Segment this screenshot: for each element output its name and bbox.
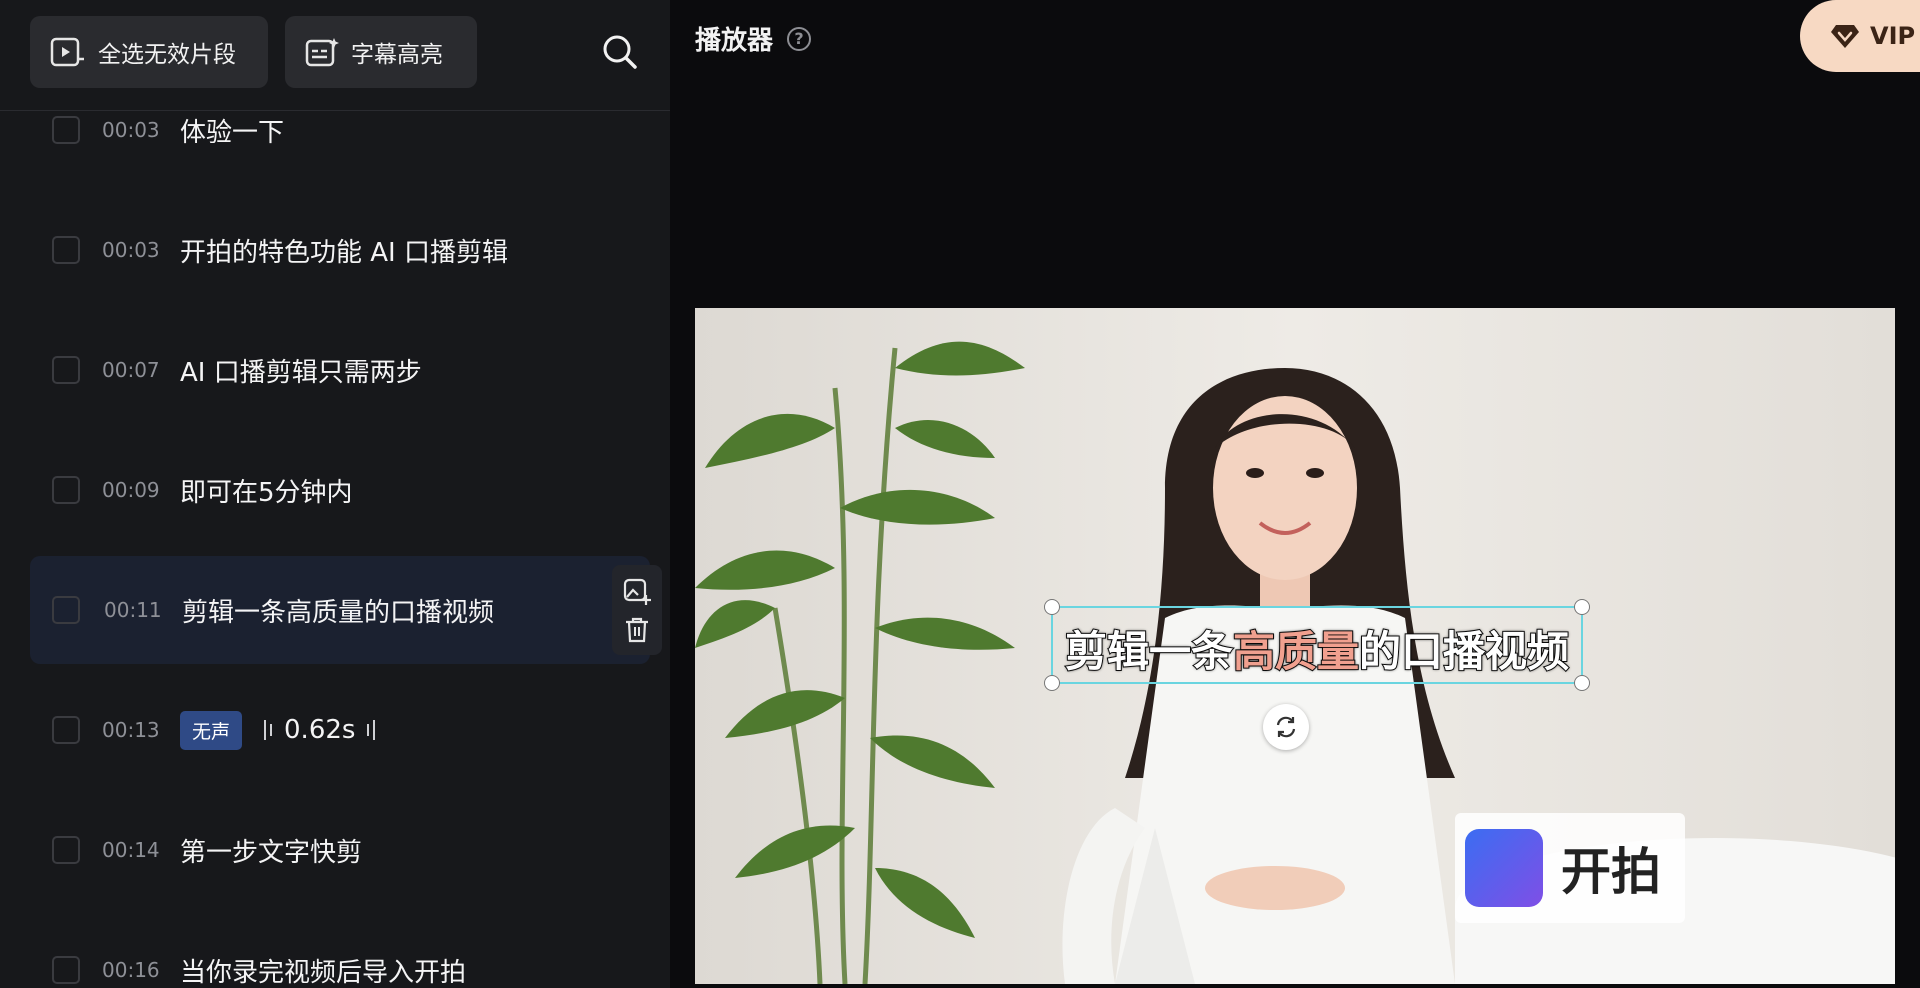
- segment-checkbox[interactable]: [52, 716, 80, 744]
- resize-handle-bottom-left[interactable]: [1044, 675, 1060, 691]
- subtitle-text-part: 剪辑一条: [1064, 626, 1234, 677]
- segment-checkbox[interactable]: [52, 236, 80, 264]
- segment-text[interactable]: AI 口播剪辑只需两步: [180, 352, 422, 389]
- segment-text[interactable]: 当你录完视频后导入开拍: [180, 952, 466, 988]
- segment-row[interactable]: 00:07 AI 口播剪辑只需两步: [30, 316, 650, 424]
- subtitle-overlay-text[interactable]: 剪辑一条高质量的口播视频: [1053, 618, 1581, 679]
- resize-handle-top-right[interactable]: [1574, 599, 1590, 615]
- segment-checkbox[interactable]: [52, 116, 80, 144]
- segment-checkbox[interactable]: [52, 596, 80, 624]
- segment-timestamp: 00:16: [102, 958, 160, 982]
- segment-checkbox[interactable]: [52, 476, 80, 504]
- segment-text[interactable]: 开拍的特色功能 AI 口播剪辑: [180, 232, 508, 269]
- silent-badge: 无声: [180, 710, 243, 750]
- segment-row[interactable]: 00:16 当你录完视频后导入开拍: [30, 916, 650, 988]
- rotate-icon: [1276, 716, 1296, 738]
- subtitle-text-part: 的口播视频: [1358, 626, 1570, 677]
- select-invalid-segments-button[interactable]: 全选无效片段: [30, 16, 268, 88]
- segment-row[interactable]: 00:03 开拍的特色功能 AI 口播剪辑: [30, 196, 650, 304]
- segment-timestamp: 00:14: [102, 838, 160, 862]
- watermark-text: 开拍: [1561, 843, 1661, 901]
- resize-handle-top-left[interactable]: [1044, 599, 1060, 615]
- subtitle-highlight-label: 字幕高亮: [351, 42, 443, 68]
- subtitle-highlight-word: 高质量: [1232, 626, 1360, 677]
- silence-duration-value: 0.62s: [284, 715, 356, 745]
- silence-start-marker: [264, 720, 273, 740]
- segment-text[interactable]: 剪辑一条高质量的口播视频: [182, 592, 494, 629]
- resize-handle-bottom-right[interactable]: [1574, 675, 1590, 691]
- segment-row[interactable]: 00:09 即可在5分钟内: [30, 436, 650, 544]
- segment-timestamp: 00:09: [102, 478, 160, 502]
- segment-checkbox[interactable]: [52, 356, 80, 384]
- trash-icon[interactable]: [624, 616, 650, 644]
- player-title: 播放器: [695, 26, 774, 56]
- silence-duration: 0.62s: [264, 715, 376, 745]
- vip-label: VIP: [1870, 22, 1916, 50]
- select-invalid-label: 全选无效片段: [98, 42, 236, 68]
- subtitle-selection-box[interactable]: 剪辑一条高质量的口播视频: [1044, 599, 1590, 691]
- subtitle-highlight-icon: [305, 38, 339, 67]
- silence-end-marker: [367, 720, 376, 740]
- segment-row-silent[interactable]: 00:13 无声 0.62s: [30, 676, 650, 784]
- segment-timestamp: 00:11: [104, 598, 162, 622]
- search-icon[interactable]: [600, 32, 640, 72]
- app-logo-icon: [1465, 829, 1543, 907]
- segment-row-actions: [612, 565, 662, 655]
- segment-text[interactable]: 即可在5分钟内: [180, 472, 353, 509]
- player-panel: 播放器 ? VIP 剪辑一条高质量的口播视频 开拍: [670, 0, 1920, 988]
- video-preview[interactable]: 剪辑一条高质量的口播视频 开拍: [695, 308, 1895, 984]
- segment-timestamp: 00:03: [102, 118, 160, 142]
- help-icon[interactable]: ?: [787, 26, 812, 51]
- segment-row-active[interactable]: 00:11 剪辑一条高质量的口播视频: [30, 556, 650, 664]
- vip-button[interactable]: VIP: [1800, 0, 1920, 72]
- segment-toolbar: 全选无效片段 字幕高亮: [0, 0, 670, 111]
- player-header: 播放器 ?: [695, 20, 812, 57]
- segment-row[interactable]: 00:14 第一步文字快剪: [30, 796, 650, 904]
- rotate-handle[interactable]: [1263, 704, 1309, 750]
- segment-timestamp: 00:03: [102, 238, 160, 262]
- subtitle-segment-panel: 全选无效片段 字幕高亮 00:03 体验一下 00:03 开拍的特色功能 AI …: [0, 0, 670, 988]
- segment-timestamp: 00:13: [102, 718, 160, 742]
- segment-checkbox[interactable]: [52, 956, 80, 984]
- watermark-logo: 开拍: [1455, 813, 1685, 923]
- segment-text[interactable]: 第一步文字快剪: [180, 832, 362, 869]
- segment-timestamp: 00:07: [102, 358, 160, 382]
- segment-checkbox[interactable]: [52, 836, 80, 864]
- video-clip-icon: [50, 37, 84, 67]
- add-image-icon[interactable]: [622, 576, 652, 606]
- diamond-icon: [1831, 25, 1859, 48]
- segment-text[interactable]: 体验一下: [180, 112, 284, 149]
- subtitle-highlight-button[interactable]: 字幕高亮: [285, 16, 477, 88]
